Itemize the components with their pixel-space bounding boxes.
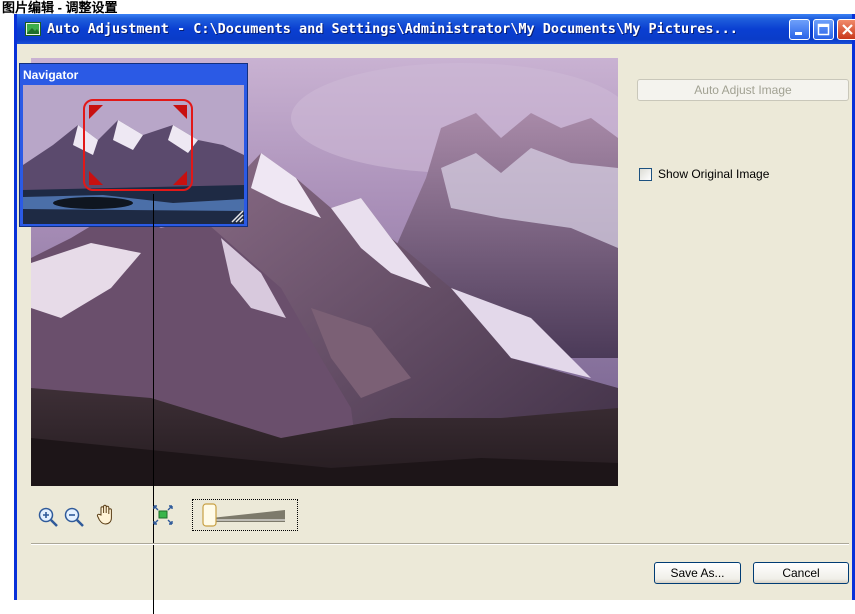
navigator-title: Navigator — [23, 68, 79, 82]
navigator-viewport-frame[interactable] — [83, 99, 193, 191]
zoom-slider[interactable] — [192, 499, 298, 531]
show-original-label: Show Original Image — [658, 167, 770, 181]
picture-app-icon — [25, 22, 41, 36]
maximize-button[interactable] — [813, 19, 834, 40]
save-as-button[interactable]: Save As... — [654, 562, 741, 584]
title-bar[interactable]: Auto Adjustment - C:\Documents and Setti… — [17, 14, 855, 44]
minimize-button[interactable] — [789, 19, 810, 40]
cancel-button[interactable]: Cancel — [753, 562, 849, 584]
zoom-slider-thumb — [202, 503, 217, 527]
footer-separator — [31, 543, 849, 545]
hand-pan-icon[interactable] — [94, 503, 116, 525]
zoom-in-icon[interactable] — [37, 506, 59, 528]
resize-grip-icon[interactable] — [230, 209, 244, 223]
auto-adjust-image-button[interactable]: Auto Adjust Image — [637, 79, 849, 101]
show-original-checkbox[interactable] — [639, 168, 652, 181]
close-button[interactable] — [837, 19, 855, 40]
zoom-out-icon[interactable] — [63, 506, 85, 528]
callout-line — [153, 194, 154, 614]
window-title: Auto Adjustment - C:\Documents and Setti… — [47, 21, 738, 37]
auto-adjustment-window: Auto Adjustment - C:\Documents and Setti… — [14, 14, 855, 614]
fit-to-window-icon[interactable] — [151, 503, 173, 525]
